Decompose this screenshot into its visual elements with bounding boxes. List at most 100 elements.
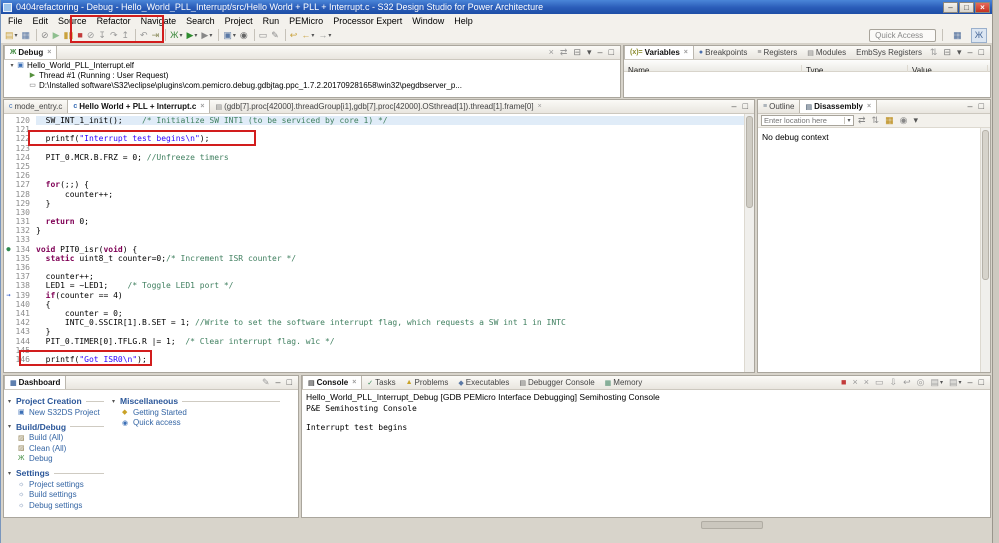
section-header-miscellaneous[interactable]: ▾ Miscellaneous [112,395,280,407]
horizontal-scrollbar-thumb[interactable] [701,521,763,529]
code-line[interactable]: 121 [4,125,744,134]
scroll-lock-icon[interactable]: ⇩ [889,376,899,389]
menu-source[interactable]: Source [53,16,92,26]
view-menu-icon[interactable]: ▾ [912,113,919,128]
instruction-stepping-icon[interactable]: ⇥ [151,28,161,43]
maximize-icon[interactable]: □ [286,376,293,389]
collapse-all-icon[interactable]: ⊟ [572,46,582,59]
close-icon[interactable]: × [684,49,688,56]
save-icon[interactable]: ▦ [21,28,32,43]
debug-tree-item[interactable]: ▶ Thread #1 (Running : User Request) [4,70,620,80]
search-icon[interactable]: ◉ [239,28,249,43]
pin-console-icon[interactable]: ◎ [916,376,926,389]
dashboard-tab-dashboard[interactable]: ▦ Dashboard [4,376,67,389]
open-element-icon[interactable]: ▭ [258,28,269,43]
dashboard-link-debug[interactable]: Ж Debug [8,454,104,465]
menu-window[interactable]: Window [407,16,449,26]
menu-processor-expert[interactable]: Processor Expert [328,16,407,26]
code-line[interactable]: 137 counter++; [4,272,744,281]
code-line[interactable]: 125 [4,162,744,171]
minimize-window-button[interactable]: – [943,1,958,13]
code-line[interactable]: 123 [4,144,744,153]
menu-project[interactable]: Project [220,16,258,26]
quick-access-box[interactable]: Quick Access [869,28,937,42]
step-return-icon[interactable]: ↥ [121,28,131,43]
open-perspective-icon[interactable]: ▦ [949,28,966,43]
code-line[interactable]: ● 134 void PIT0_isr(void) { [4,245,744,254]
remove-all-terminated-icon[interactable]: × [548,46,555,59]
debug-perspective-icon[interactable]: Ж [970,27,987,43]
code-line[interactable]: 146 printf("Got ISR0\n"); [4,355,744,364]
last-edit-location-icon[interactable]: ↩ [289,28,299,43]
menu-refactor[interactable]: Refactor [92,16,136,26]
dashboard-link-new-s32ds-project[interactable]: ▣ New S32DS Project [8,407,104,418]
code-line[interactable]: 131 return 0; [4,217,744,226]
expand-arrow-icon[interactable]: ▾ [8,62,16,69]
drop-to-frame-icon[interactable]: ↶ [139,28,149,43]
code-line[interactable]: 132} [4,226,744,235]
console-content[interactable]: Hello_World_PLL_Interrupt_Debug [GDB PEM… [302,390,990,517]
code-line[interactable]: 129 } [4,199,744,208]
close-icon[interactable]: × [538,103,542,110]
right-pane-tab-outline[interactable]: ≡ Outline [758,100,799,113]
remove-launch-icon[interactable]: × [851,376,858,389]
minimize-icon[interactable]: – [275,376,282,389]
pin-icon[interactable]: ✎ [261,376,271,389]
code-line[interactable]: 120 SW_INT_1_init(); /* Initialize SW IN… [4,116,744,126]
minimize-icon[interactable]: – [967,46,974,59]
debug-tree-item[interactable]: ▭ D:\Installed software\S32\eclipse\plugi… [4,80,620,90]
new-wizard-icon[interactable]: ▤ ▾ [4,28,19,43]
show-source-icon[interactable]: ▦ [884,113,895,128]
refresh-icon[interactable]: ⇅ [871,113,881,128]
code-line[interactable]: 136 [4,263,744,272]
skip-breakpoints-icon[interactable]: ⊘ [40,28,50,43]
collapse-all-icon[interactable]: ⊟ [942,46,952,59]
code-line[interactable]: 143 } [4,327,744,336]
disassembly-scrollbar-thumb[interactable] [982,130,989,280]
step-over-icon[interactable]: ↷ [109,28,119,43]
close-icon[interactable]: × [867,103,871,110]
console-tab-console[interactable]: ▤ Console × [302,376,363,389]
word-wrap-icon[interactable]: ↩ [902,376,912,389]
code-line[interactable]: 133 [4,235,744,244]
dashboard-link-clean-all[interactable]: ▨ Clean (All) [8,443,104,454]
forward-icon[interactable]: → ▾ [317,28,332,43]
code-line[interactable]: 144 PIT_0.TIMER[0].TFLG.R |= 1; /* Clear… [4,337,744,346]
connect-icon[interactable]: ⇄ [559,46,569,59]
code-line[interactable]: 122 printf("Interrupt test begins\n"); [4,134,744,143]
terminate-icon[interactable]: ■ [76,28,83,43]
menu-file[interactable]: File [3,16,28,26]
code-line[interactable]: 142 INTC_0.SSCIR[1].B.SET = 1; //Write t… [4,318,744,327]
location-input[interactable] [762,116,844,125]
minimize-icon[interactable]: – [967,100,974,113]
step-into-icon[interactable]: ↧ [97,28,107,43]
dashboard-link-getting-started[interactable]: ◆ Getting Started [112,407,280,418]
debug-icon[interactable]: Ж ▾ [169,28,183,43]
menu-pemicro[interactable]: PEMicro [284,16,328,26]
debug-tree-item[interactable]: ▾ ▣ Hello_World_PLL_Interrupt.elf [4,60,620,70]
terminate-icon[interactable]: ■ [840,376,847,389]
close-icon[interactable]: × [200,103,204,110]
code-line[interactable]: → 139 if(counter == 4) [4,291,744,300]
dashboard-link-debug-settings[interactable]: ☼ Debug settings [8,500,104,511]
link-with-active-icon[interactable]: ⇄ [857,113,867,128]
console-tab-problems[interactable]: ▲ Problems [401,376,454,389]
minimize-icon[interactable]: – [967,376,974,389]
maximize-icon[interactable]: □ [978,376,985,389]
suspend-icon[interactable]: ▮▮ [63,28,75,43]
track-expression-icon[interactable]: ◉ [899,113,909,128]
code-line[interactable]: 138 LED1 = ~LED1; /* Toggle LED1 port */ [4,281,744,290]
editor-tab-gdb-7-proc-42000-threadgroup-i1-gdb-7-proc-42000-osthread-1-thread-1-frame-0[interactable]: ▤ (gdb[7].proc[42000].threadGroup[i1],gdb… [210,100,546,113]
variables-view-tab-breakpoints[interactable]: ● Breakpoints [694,46,752,59]
editor-scrollbar[interactable] [744,114,754,372]
dashboard-link-build-settings[interactable]: ☼ Build settings [8,490,104,501]
code-line[interactable]: 130 [4,208,744,217]
dashboard-link-build-all[interactable]: ▨ Build (All) [8,433,104,444]
console-tab-tasks[interactable]: ✓ Tasks [362,376,400,389]
console-tab-executables[interactable]: ◆ Executables [453,376,514,389]
minimize-icon[interactable]: – [597,46,604,59]
menu-help[interactable]: Help [449,16,478,26]
maximize-icon[interactable]: □ [978,46,985,59]
code-line[interactable]: 145 [4,346,744,355]
variables-view-tab-registers[interactable]: ≡ Registers [752,46,802,59]
